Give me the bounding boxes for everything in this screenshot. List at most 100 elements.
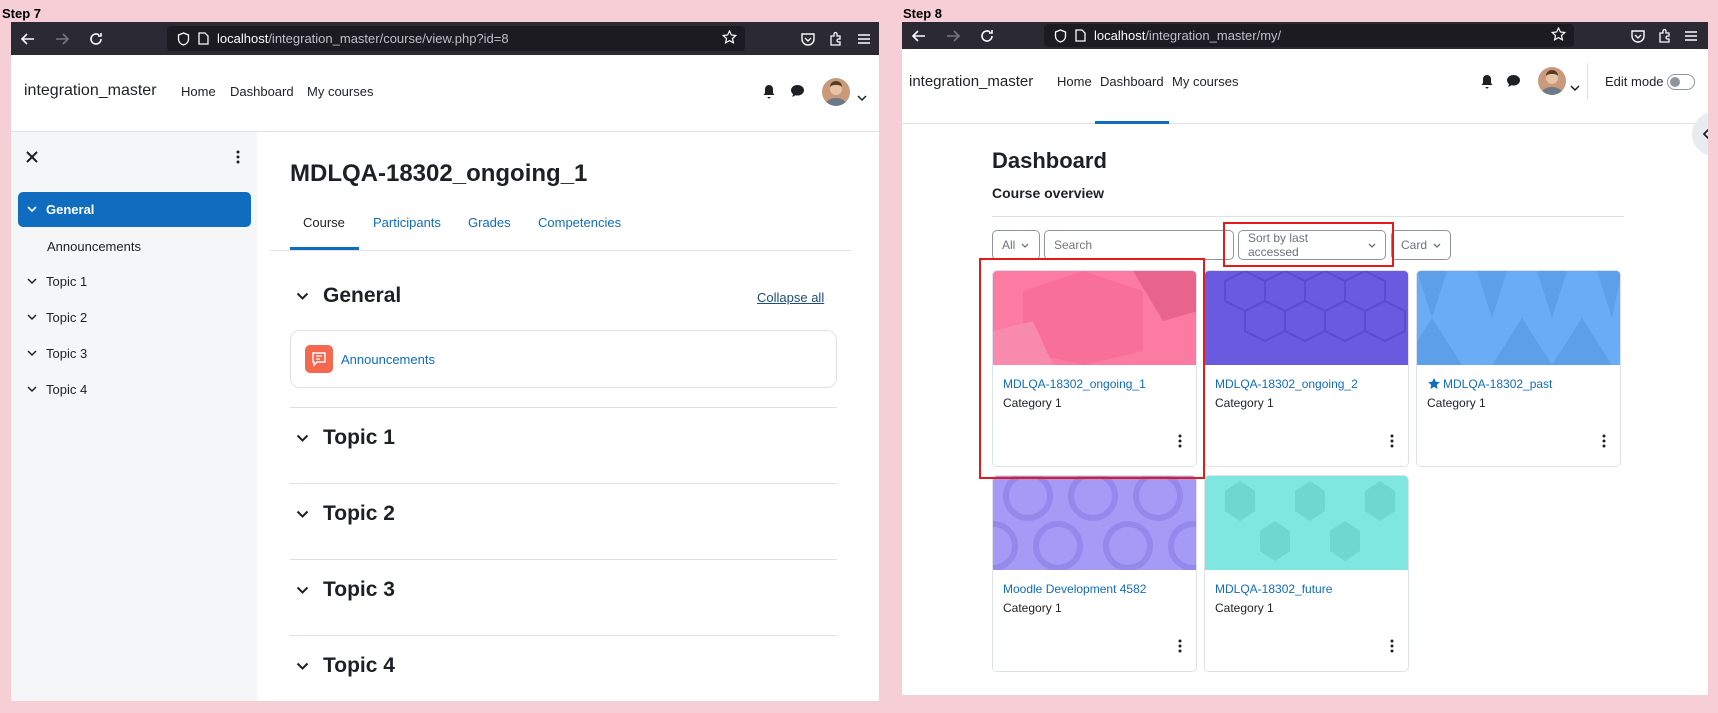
bell-icon[interactable] <box>762 84 776 104</box>
menu-icon[interactable] <box>1674 22 1708 49</box>
section-general[interactable]: General <box>296 284 401 308</box>
chat-icon[interactable] <box>790 84 805 103</box>
section-title: Topic 2 <box>323 502 395 525</box>
edit-mode-toggle[interactable] <box>1667 74 1695 90</box>
arrow-right-icon <box>947 29 961 42</box>
course-card[interactable]: Moodle Development 4582 Category 1 <box>992 475 1197 672</box>
kebab-menu-icon[interactable] <box>1390 434 1394 453</box>
chevron-left-icon <box>1702 128 1708 140</box>
drawer-item-topic-2[interactable]: Topic 2 <box>18 300 251 335</box>
browser-toolbar: localhost/integration_master/my/ <box>902 22 1708 49</box>
section-topic-4[interactable]: Topic 4 <box>296 654 395 678</box>
arrow-left-icon <box>20 32 34 45</box>
drawer-item-topic-1[interactable]: Topic 1 <box>18 264 251 299</box>
bookmark-star-icon[interactable] <box>1550 26 1567 45</box>
arrow-right-icon <box>56 32 70 45</box>
site-brand[interactable]: integration_master <box>909 73 1033 90</box>
site-brand[interactable]: integration_master <box>24 82 157 100</box>
course-image[interactable] <box>1417 271 1620 365</box>
nav-my-courses[interactable]: My courses <box>1172 74 1238 89</box>
bookmark-star-icon[interactable] <box>721 29 738 48</box>
drawer-item-label: Topic 4 <box>46 382 88 397</box>
back-button[interactable] <box>902 22 936 49</box>
course-image[interactable] <box>993 476 1196 571</box>
course-name-link[interactable]: Moodle Development 4582 <box>1003 582 1146 596</box>
nav-dashboard[interactable]: Dashboard <box>1095 74 1169 124</box>
nav-home[interactable]: Home <box>181 84 216 99</box>
activity-announcements[interactable]: Announcements <box>290 330 837 388</box>
url-host: localhost <box>1094 28 1146 43</box>
url-path: /integration_master/my/ <box>1145 28 1282 43</box>
course-image[interactable] <box>1205 271 1408 365</box>
drawer-item-topic-4[interactable]: Topic 4 <box>18 372 251 407</box>
back-button[interactable] <box>11 22 45 55</box>
page-icon <box>1075 29 1086 42</box>
kebab-menu-icon[interactable] <box>236 150 240 169</box>
chevron-down-icon[interactable] <box>857 89 867 107</box>
reload-button[interactable] <box>79 22 113 55</box>
chevron-down-icon <box>18 350 46 357</box>
grouping-dropdown[interactable]: All <box>992 230 1040 260</box>
reload-icon <box>90 32 102 45</box>
nav-dashboard[interactable]: Dashboard <box>230 84 294 99</box>
chevron-down-icon <box>296 510 309 519</box>
nav-home[interactable]: Home <box>1057 74 1092 89</box>
reload-button[interactable] <box>970 22 1004 49</box>
forward-button[interactable] <box>936 22 970 49</box>
section-divider <box>290 407 837 408</box>
address-bar[interactable]: localhost/integration_master/course/view… <box>167 26 745 51</box>
nav-my-courses[interactable]: My courses <box>307 84 373 99</box>
tab-participants[interactable]: Participants <box>373 215 441 230</box>
drawer-item-announcements[interactable]: Announcements <box>47 239 141 254</box>
section-topic-1[interactable]: Topic 1 <box>296 426 395 450</box>
address-bar[interactable]: localhost/integration_master/my/ <box>1044 24 1574 47</box>
course-card[interactable]: MDLQA-18302_ongoing_2 Category 1 <box>1204 270 1409 467</box>
step7-window: localhost/integration_master/course/view… <box>11 22 879 701</box>
user-avatar[interactable] <box>822 78 850 106</box>
section-topic-2[interactable]: Topic 2 <box>296 502 395 526</box>
overview-divider <box>992 216 1624 217</box>
course-name-link[interactable]: MDLQA-18302_ongoing_2 <box>1215 377 1358 391</box>
course-name-link[interactable]: MDLQA-18302_past <box>1427 377 1552 391</box>
tab-course[interactable]: Course <box>303 215 345 230</box>
course-index-drawer: General Announcements Topic 1 Topic 2 To… <box>11 132 257 701</box>
view-dropdown[interactable]: Card <box>1391 230 1451 260</box>
forum-icon <box>305 345 333 373</box>
kebab-menu-icon[interactable] <box>1602 434 1606 453</box>
page-title: MDLQA-18302_ongoing_1 <box>290 160 588 187</box>
section-topic-3[interactable]: Topic 3 <box>296 578 395 602</box>
chevron-down-icon <box>18 386 46 393</box>
search-input[interactable] <box>1044 230 1234 260</box>
activity-link[interactable]: Announcements <box>341 352 435 367</box>
forward-button[interactable] <box>45 22 79 55</box>
course-card[interactable]: MDLQA-18302_future Category 1 <box>1204 475 1409 672</box>
chevron-down-icon[interactable] <box>1570 79 1580 97</box>
star-icon <box>1428 377 1440 389</box>
user-avatar[interactable] <box>1538 67 1566 95</box>
shield-icon <box>1054 28 1067 43</box>
tab-grades[interactable]: Grades <box>468 215 511 230</box>
menu-icon[interactable] <box>847 22 879 55</box>
chevron-down-icon <box>1021 243 1029 248</box>
close-icon[interactable] <box>26 150 38 168</box>
chevron-down-icon <box>296 434 309 443</box>
course-category: Category 1 <box>1003 601 1062 615</box>
course-image[interactable] <box>1205 476 1408 570</box>
course-card[interactable]: MDLQA-18302_past Category 1 <box>1416 270 1621 467</box>
course-name-link[interactable]: MDLQA-18302_future <box>1215 582 1332 596</box>
course-name: MDLQA-18302_ongoing_2 <box>1215 377 1358 391</box>
drawer-item-general[interactable]: General <box>18 192 251 227</box>
section-title: Topic 1 <box>323 426 395 449</box>
bell-icon[interactable] <box>1480 74 1494 94</box>
collapse-all-link[interactable]: Collapse all <box>757 290 824 305</box>
chat-icon[interactable] <box>1506 74 1521 93</box>
kebab-menu-icon[interactable] <box>1390 639 1394 658</box>
kebab-menu-icon[interactable] <box>1178 639 1182 658</box>
page-icon <box>198 32 209 45</box>
highlight-sort-dropdown <box>1223 222 1394 267</box>
drawer-item-topic-3[interactable]: Topic 3 <box>18 336 251 371</box>
step8-label: Step 8 <box>903 6 943 21</box>
chevron-down-icon <box>296 662 309 671</box>
arrow-left-icon <box>911 29 925 42</box>
tab-competencies[interactable]: Competencies <box>538 215 621 230</box>
